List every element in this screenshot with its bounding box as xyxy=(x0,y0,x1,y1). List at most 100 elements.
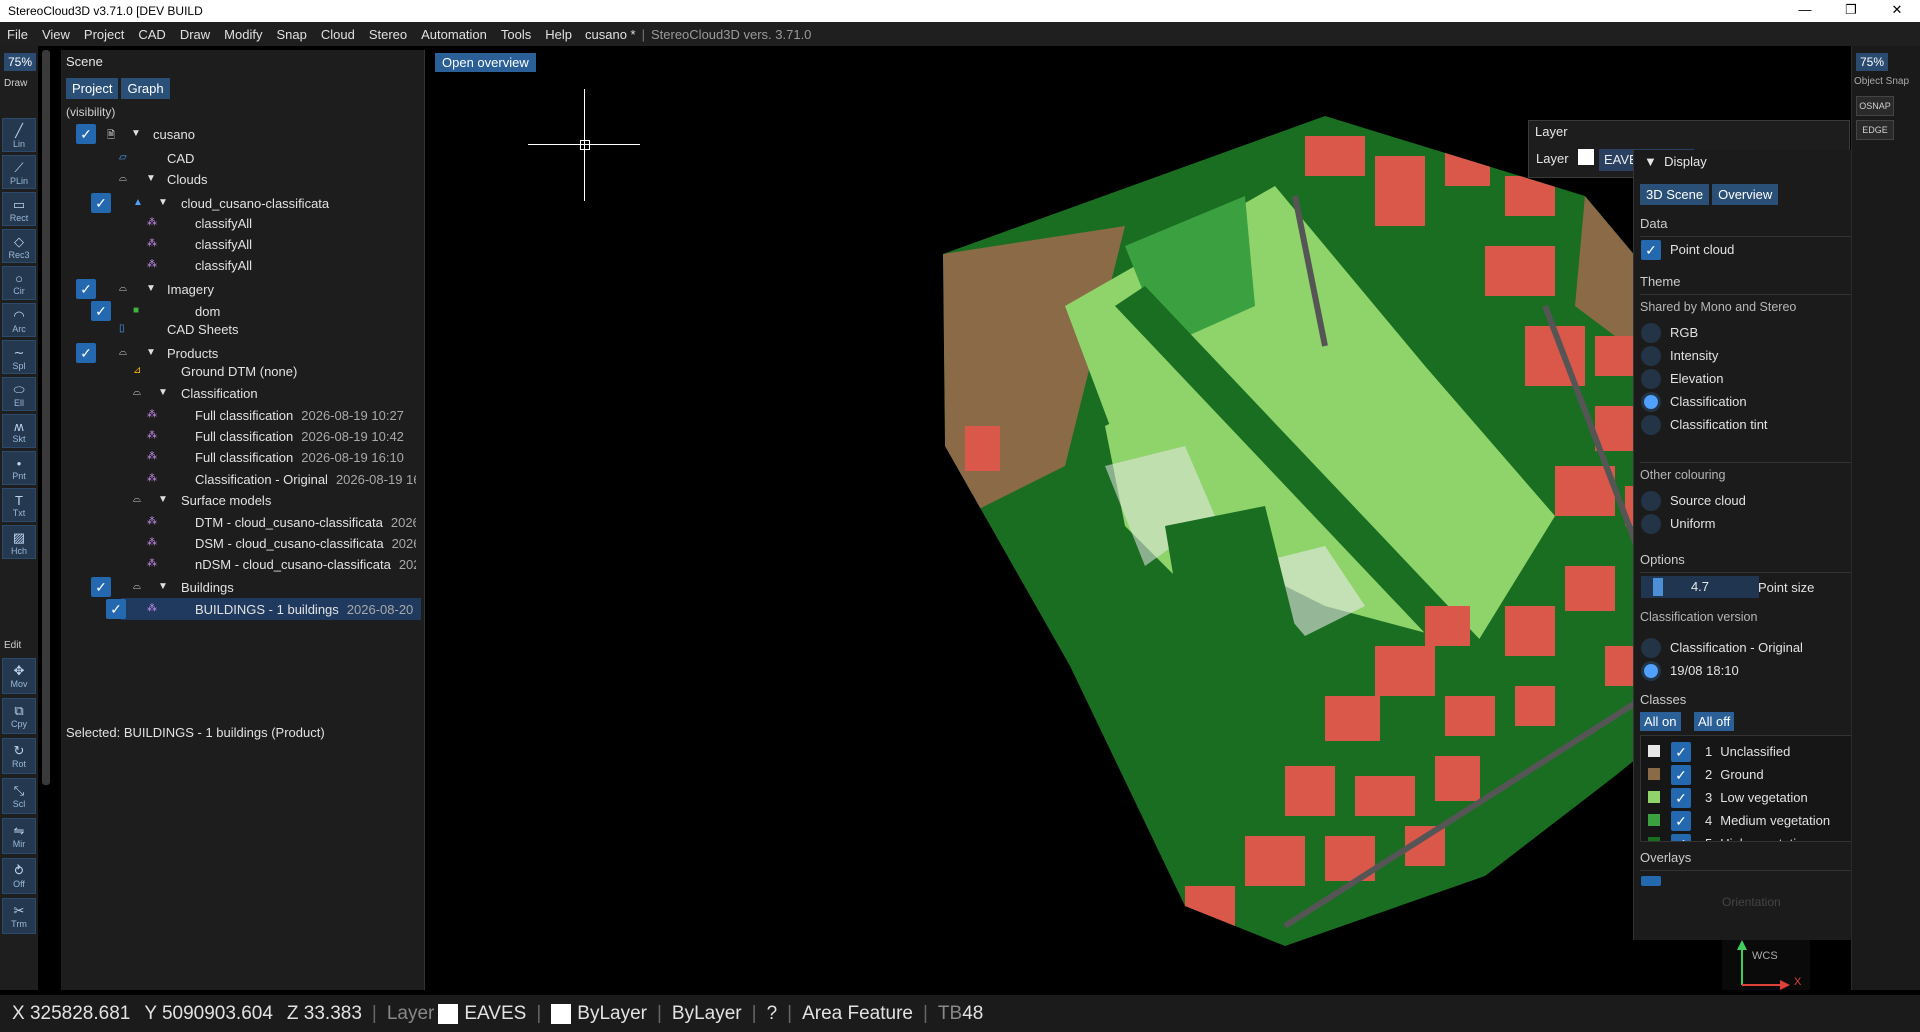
zoom-level[interactable]: 75% xyxy=(4,53,36,71)
tree-item[interactable]: Clouds xyxy=(167,168,207,190)
class-checkbox[interactable]: ✓ xyxy=(1671,742,1691,762)
menu-modify[interactable]: Modify xyxy=(217,27,269,42)
tree-item[interactable]: Buildings xyxy=(181,576,234,598)
close-button[interactable]: ✕ xyxy=(1874,0,1920,22)
tool-rec3-button[interactable]: ◇ Rec3 xyxy=(2,229,36,263)
tree-item[interactable]: nDSM - cloud_cusano-classificata 2026- xyxy=(195,553,416,575)
tool-scl-button[interactable]: ⤡ Scl xyxy=(2,778,36,814)
tool-lin-button[interactable]: ╱ Lin xyxy=(2,118,36,152)
tree-item[interactable]: Imagery xyxy=(167,278,214,300)
tree-item[interactable]: Full classification 2026-08-19 10:42 xyxy=(195,425,404,447)
radio-button[interactable] xyxy=(1641,415,1661,435)
tree-item[interactable]: BUILDINGS - 1 buildings 2026-08-20 07 xyxy=(195,598,416,620)
tab-overview[interactable]: Overview xyxy=(1712,184,1779,205)
radio-button[interactable] xyxy=(1641,491,1661,511)
menu-file[interactable]: File xyxy=(0,27,35,42)
menu-project[interactable]: Project xyxy=(77,27,131,42)
radio-button[interactable] xyxy=(1641,514,1661,534)
class-checkbox[interactable]: ✓ xyxy=(1671,834,1691,841)
expand-triangle-icon[interactable]: ▼ xyxy=(146,347,156,358)
menu-automation[interactable]: Automation xyxy=(414,27,494,42)
class-checkbox[interactable]: ✓ xyxy=(1671,811,1691,831)
display-header[interactable]: ▼ Display xyxy=(1644,154,1707,169)
tool-spl-button[interactable]: ∼ Spl xyxy=(2,340,36,374)
menu-tools[interactable]: Tools xyxy=(494,27,538,42)
left-scrollbar[interactable] xyxy=(42,50,50,785)
class-checkbox[interactable]: ✓ xyxy=(1671,788,1691,808)
tool-mov-button[interactable]: ✥ Mov xyxy=(2,658,36,694)
tree-item[interactable]: Surface models xyxy=(181,489,271,511)
tree-item[interactable]: classifyAll xyxy=(195,254,252,276)
expand-triangle-icon[interactable]: ▼ xyxy=(131,128,141,139)
tool-rect-button[interactable]: ▭ Rect xyxy=(2,192,36,226)
menu-cloud[interactable]: Cloud xyxy=(314,27,362,42)
visibility-checkbox[interactable]: ✓ xyxy=(106,599,126,619)
visibility-checkbox[interactable]: ✓ xyxy=(76,279,96,299)
tool-trm-button[interactable]: ✂ Trm xyxy=(2,898,36,934)
tree-item[interactable]: DSM - cloud_cusano-classificata 2026-0 xyxy=(195,532,416,554)
menu-stereo[interactable]: Stereo xyxy=(362,27,414,42)
tree-item[interactable]: classifyAll xyxy=(195,233,252,255)
radio-button[interactable] xyxy=(1641,638,1661,658)
tool-cpy-button[interactable]: ⧉ Cpy xyxy=(2,698,36,734)
tree-item[interactable]: CAD Sheets xyxy=(167,318,239,340)
tree-item[interactable]: cloud_cusano-classificata xyxy=(181,192,329,214)
edge-button[interactable]: EDGE xyxy=(1856,120,1894,140)
radio-button[interactable] xyxy=(1641,661,1661,681)
color-status-value[interactable]: ByLayer xyxy=(577,1003,647,1025)
osnap-button[interactable]: OSNAP xyxy=(1856,96,1894,116)
linetype-status-value[interactable]: ByLayer xyxy=(672,1003,742,1025)
tool-off-button[interactable]: ⥁ Off xyxy=(2,858,36,894)
tool-mir-button[interactable]: ⇋ Mir xyxy=(2,818,36,854)
radio-button[interactable] xyxy=(1641,392,1661,412)
tree-item[interactable]: DTM - cloud_cusano-classificata 2026-0 xyxy=(195,511,416,533)
visibility-checkbox[interactable]: ✓ xyxy=(76,124,96,144)
tool-skt-button[interactable]: ʍ Skt xyxy=(2,414,36,448)
tree-item[interactable]: CAD xyxy=(167,147,194,169)
visibility-checkbox[interactable]: ✓ xyxy=(91,193,111,213)
radio-button[interactable] xyxy=(1641,369,1661,389)
expand-triangle-icon[interactable]: ▼ xyxy=(146,283,156,294)
tree-item[interactable]: classifyAll xyxy=(195,212,252,234)
menu-draw[interactable]: Draw xyxy=(173,27,217,42)
minimize-button[interactable]: — xyxy=(1782,0,1828,22)
visibility-checkbox[interactable]: ✓ xyxy=(91,301,111,321)
visibility-checkbox[interactable]: ✓ xyxy=(76,343,96,363)
open-overview-button[interactable]: Open overview xyxy=(435,53,536,72)
expand-triangle-icon[interactable]: ▼ xyxy=(158,581,168,592)
menu-help[interactable]: Help xyxy=(538,27,579,42)
tool-plin-button[interactable]: ⟋ PLin xyxy=(2,155,36,189)
menu-snap[interactable]: Snap xyxy=(269,27,313,42)
all-on-button[interactable]: All on xyxy=(1640,712,1681,731)
tab-3d-scene[interactable]: 3D Scene xyxy=(1640,184,1710,205)
expand-triangle-icon[interactable]: ▼ xyxy=(158,387,168,398)
radio-button[interactable] xyxy=(1641,323,1661,343)
radio-button[interactable] xyxy=(1641,346,1661,366)
tree-item[interactable]: cusano xyxy=(153,123,195,145)
tree-item[interactable]: Ground DTM (none) xyxy=(181,360,297,382)
tab-graph[interactable]: Graph xyxy=(121,78,170,99)
layer-status-value[interactable]: EAVES xyxy=(464,1003,526,1025)
tool-rot-button[interactable]: ↻ Rot xyxy=(2,738,36,774)
tool-ell-button[interactable]: ⬭ Ell xyxy=(2,377,36,411)
tool-hch-button[interactable]: ▨ Hch xyxy=(2,525,36,559)
tree-item[interactable]: Full classification 2026-08-19 10:27 xyxy=(195,404,404,426)
maximize-button[interactable]: ❐ xyxy=(1828,0,1874,22)
point-cloud-checkbox[interactable]: ✓ xyxy=(1641,240,1661,260)
help-status[interactable]: ? xyxy=(767,1003,778,1025)
expand-triangle-icon[interactable]: ▼ xyxy=(158,494,168,505)
tree-item[interactable]: Classification xyxy=(181,382,258,404)
right-zoom-level[interactable]: 75% xyxy=(1856,53,1888,71)
overlay-checkbox[interactable] xyxy=(1641,876,1661,886)
all-off-button[interactable]: All off xyxy=(1694,712,1735,731)
tool-txt-button[interactable]: T Txt xyxy=(2,488,36,522)
layer-color-swatch[interactable] xyxy=(1578,149,1594,165)
tab-project[interactable]: Project xyxy=(66,78,119,99)
tool-pnt-button[interactable]: • Pnt xyxy=(2,451,36,485)
tree-item[interactable]: Classification - Original 2026-08-19 16:3 xyxy=(195,468,416,490)
tree-item[interactable]: Full classification 2026-08-19 16:10 xyxy=(195,446,404,468)
visibility-checkbox[interactable]: ✓ xyxy=(91,577,111,597)
menu-cad[interactable]: CAD xyxy=(131,27,172,42)
feature-status[interactable]: Area Feature xyxy=(802,1003,913,1025)
tool-arc-button[interactable]: ◠ Arc xyxy=(2,303,36,337)
